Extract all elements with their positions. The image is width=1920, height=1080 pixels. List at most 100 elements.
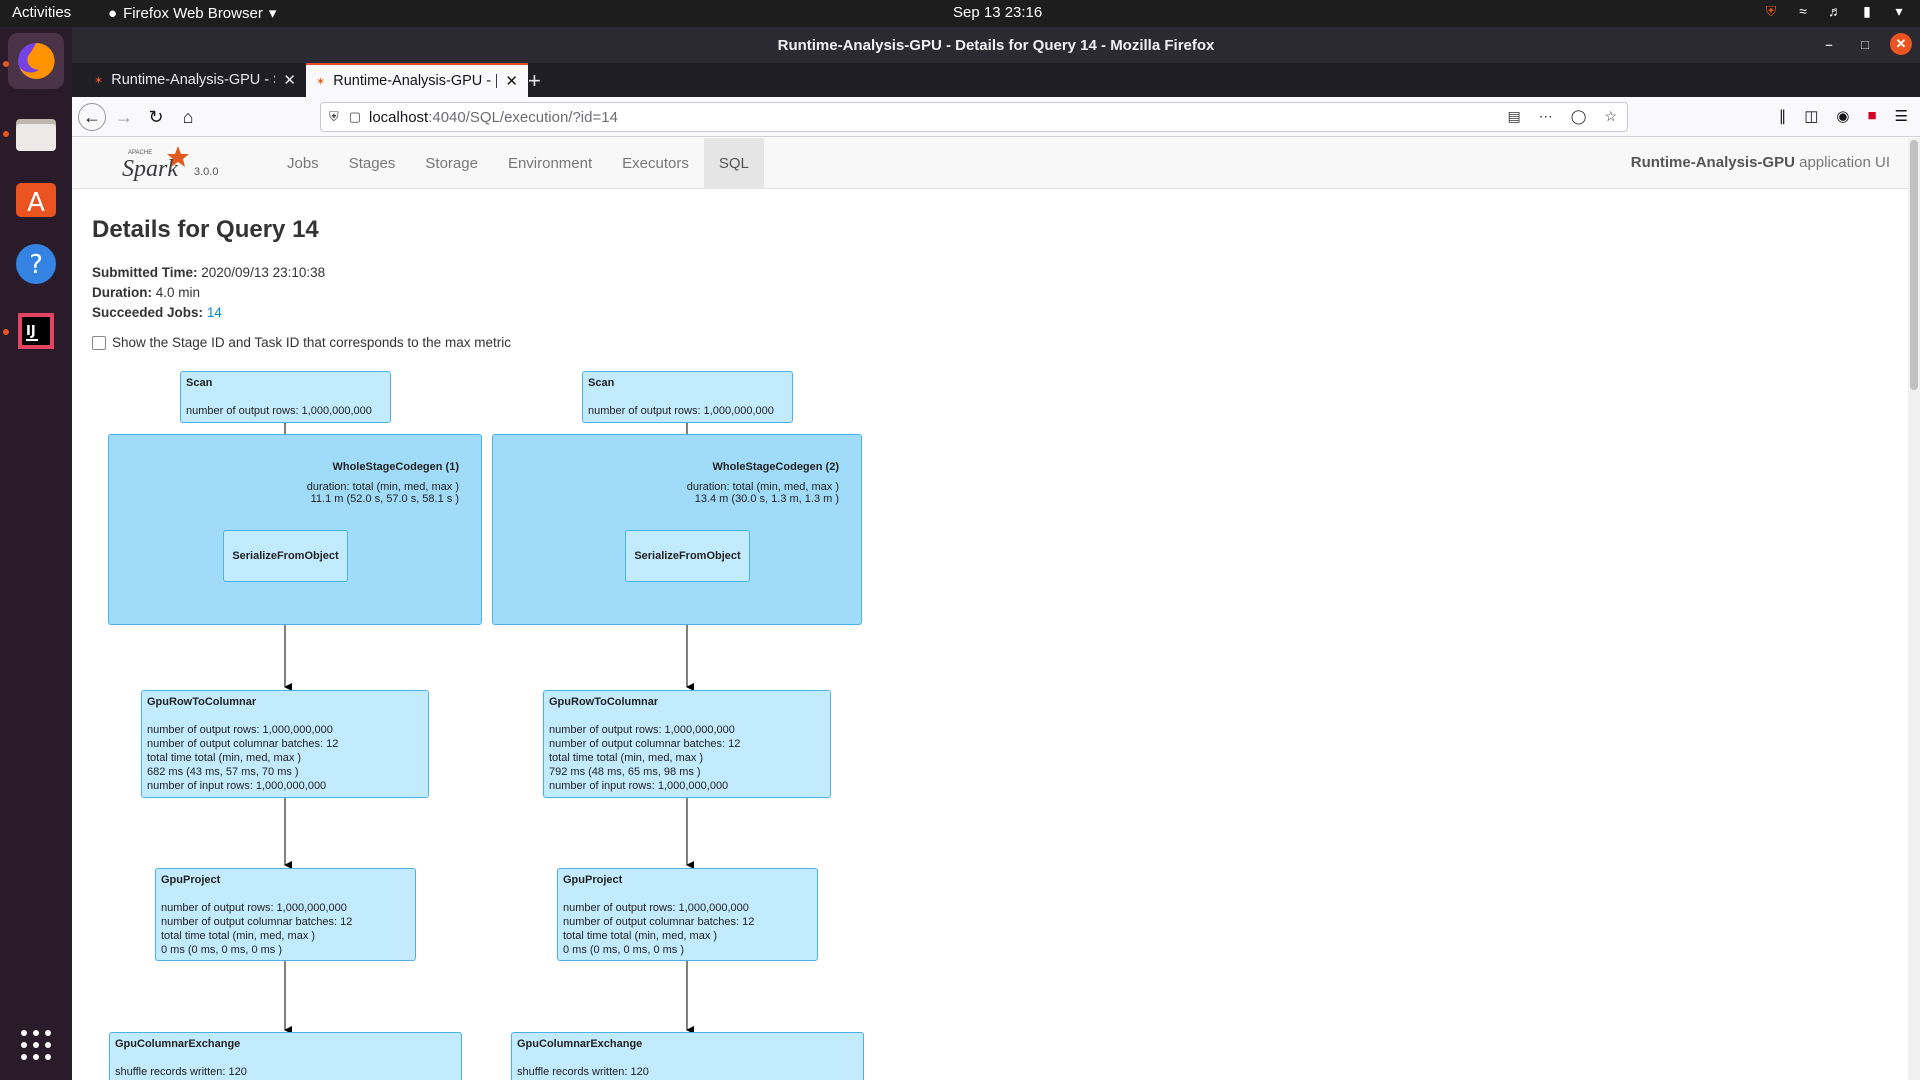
plan-node-serialize-right[interactable]: SerializeFromObject	[625, 530, 750, 582]
show-applications-icon[interactable]	[8, 1017, 64, 1073]
page-info-icon[interactable]: ▢	[349, 109, 361, 125]
node-metric: number of output columnar batches: 12	[563, 916, 755, 928]
node-metric: number of output rows: 1,000,000,000	[186, 405, 372, 417]
activities-button[interactable]: Activities	[12, 4, 71, 21]
cluster-name: WholeStageCodegen (1)	[332, 461, 459, 473]
tab-label: Runtime-Analysis-GPU - [	[333, 73, 498, 89]
power-menu-icon[interactable]: ▾	[1890, 3, 1908, 21]
library-icon[interactable]: ∥	[1779, 107, 1787, 125]
volume-icon[interactable]: ♬	[1826, 3, 1844, 21]
software-center-icon[interactable]: A	[8, 169, 64, 225]
node-metric: number of output rows: 1,000,000,000	[161, 902, 347, 914]
plan-node-exchange-left[interactable]: GpuColumnarExchange shuffle records writ…	[109, 1032, 462, 1080]
scrollbar-thumb[interactable]	[1910, 140, 1918, 390]
node-name: GpuRowToColumnar	[549, 696, 659, 708]
account-icon[interactable]: ◉	[1836, 107, 1849, 125]
app-menu-label: Firefox Web Browser	[123, 4, 263, 22]
address-bar[interactable]: ⛨ ▢ localhost:4040/SQL/execution/?id=14 ▤…	[320, 102, 1628, 132]
page-actions-icon[interactable]: ⋯	[1539, 108, 1553, 125]
plan-node-project-right[interactable]: GpuProject number of output rows: 1,000,…	[557, 868, 818, 961]
node-name: GpuColumnarExchange	[115, 1038, 241, 1050]
node-metric: number of output columnar batches: 12	[549, 738, 741, 750]
app-menu[interactable]: ● Firefox Web Browser ▾	[108, 4, 277, 23]
plan-node-rowtocolumnar-left[interactable]: GpuRowToColumnar number of output rows: …	[141, 690, 429, 798]
node-metric: number of output rows: 1,000,000,000	[563, 902, 749, 914]
back-icon[interactable]: ←	[78, 103, 106, 131]
node-name: Scan	[186, 377, 213, 389]
tab-strip: ✶ Runtime-Analysis-GPU - S ✕ ✶ Runtime-A…	[72, 63, 1920, 97]
intellij-icon[interactable]: IJ	[8, 303, 64, 359]
node-metric: 682 ms (43 ms, 57 ms, 70 ms )	[147, 766, 299, 778]
node-name: GpuRowToColumnar	[147, 696, 257, 708]
node-metric: total time total (min, med, max )	[161, 930, 316, 942]
node-metric: 0 ms (0 ms, 0 ms, 0 ms )	[161, 944, 283, 956]
chevron-down-icon: ▾	[268, 5, 277, 22]
maximize-icon[interactable]: □	[1854, 33, 1876, 55]
battery-icon[interactable]: ▮	[1858, 3, 1876, 21]
page-scrollbar[interactable]	[1908, 138, 1920, 1080]
node-metric: number of output rows: 1,000,000,000	[147, 724, 333, 736]
pocket-icon[interactable]: ◯	[1571, 108, 1587, 125]
shield-icon[interactable]: ⛨	[1762, 3, 1780, 21]
firefox-small-icon: ●	[108, 4, 118, 22]
files-dock-icon[interactable]	[8, 106, 64, 162]
plan-node-scan-right[interactable]: Scan number of output rows: 1,000,000,00…	[582, 371, 793, 423]
browser-tab-1[interactable]: ✶ Runtime-Analysis-GPU - S ✕	[84, 63, 306, 97]
forward-icon[interactable]: →	[110, 103, 138, 131]
node-name: GpuColumnarExchange	[517, 1038, 643, 1050]
running-indicator	[3, 329, 9, 335]
plan-node-rowtocolumnar-right[interactable]: GpuRowToColumnar number of output rows: …	[543, 690, 831, 798]
node-metric: number of output columnar batches: 12	[147, 738, 339, 750]
node-name: GpuProject	[563, 874, 623, 886]
new-tab-icon[interactable]: +	[528, 68, 541, 94]
plan-graph: WholeStageCodegen (1) duration: total (m…	[72, 138, 1908, 1080]
node-metric: number of output columnar batches: 12	[161, 916, 353, 928]
bookmark-star-icon[interactable]: ☆	[1604, 108, 1617, 125]
hamburger-menu-icon[interactable]: ☰	[1895, 107, 1908, 125]
extension-icon[interactable]: ■	[1867, 107, 1876, 125]
tab-close-icon[interactable]: ✕	[505, 72, 518, 90]
running-indicator	[3, 61, 9, 67]
help-icon[interactable]: ?	[8, 236, 64, 292]
spark-favicon-icon: ✶	[94, 74, 104, 87]
clock[interactable]: Sep 13 23:16	[953, 4, 1042, 21]
running-indicator	[3, 131, 9, 137]
tracking-protection-icon[interactable]: ⛨	[329, 109, 339, 125]
browser-tab-2[interactable]: ✶ Runtime-Analysis-GPU - [ ✕	[306, 63, 528, 97]
cluster-name: WholeStageCodegen (2)	[712, 461, 839, 473]
reader-view-icon[interactable]: ▤	[1508, 108, 1521, 125]
wifi-icon[interactable]: ≈	[1794, 3, 1812, 21]
node-metric: number of input rows: 1,000,000,000	[147, 780, 327, 792]
node-metric: number of output rows: 1,000,000,000	[549, 724, 735, 736]
plan-node-exchange-right[interactable]: GpuColumnarExchange shuffle records writ…	[511, 1032, 864, 1080]
node-name: Scan	[588, 377, 615, 389]
plan-node-scan-left[interactable]: Scan number of output rows: 1,000,000,00…	[180, 371, 391, 423]
cluster-metric: duration: total (min, med, max )	[686, 481, 839, 493]
node-metric: shuffle records written: 120	[517, 1066, 649, 1078]
ubuntu-dock: A ? IJ	[0, 27, 72, 1080]
node-metric: total time total (min, med, max )	[147, 752, 302, 764]
home-icon[interactable]: ⌂	[174, 103, 202, 131]
navigation-toolbar: ← → ↻ ⌂ ⛨ ▢ localhost:4040/SQL/execution/…	[72, 97, 1920, 137]
firefox-dock-icon[interactable]	[8, 33, 64, 89]
plan-node-project-left[interactable]: GpuProject number of output rows: 1,000,…	[155, 868, 416, 961]
system-tray[interactable]: ⛨ ≈ ♬ ▮ ▾	[1762, 3, 1920, 21]
node-metric: 0 ms (0 ms, 0 ms, 0 ms )	[563, 944, 685, 956]
spark-favicon-icon: ✶	[316, 75, 326, 88]
close-icon[interactable]: ✕	[1890, 33, 1912, 55]
system-top-bar: Activities ● Firefox Web Browser ▾ Sep 1…	[0, 0, 1920, 27]
plan-node-serialize-left[interactable]: SerializeFromObject	[223, 530, 348, 582]
reload-icon[interactable]: ↻	[142, 103, 170, 131]
page-viewport: APACHE Spark 3.0.0 Jobs Stages Storage E…	[72, 138, 1920, 1080]
node-metric: number of output rows: 1,000,000,000	[588, 405, 774, 417]
minimize-icon[interactable]: –	[1818, 33, 1840, 55]
url-host: localhost	[369, 108, 429, 126]
sidebar-icon[interactable]: ◫	[1804, 107, 1818, 125]
node-metric: number of input rows: 1,000,000,000	[549, 780, 729, 792]
tab-close-icon[interactable]: ✕	[283, 71, 296, 89]
node-metric: total time total (min, med, max )	[563, 930, 718, 942]
node-metric: shuffle records written: 120	[115, 1066, 247, 1078]
svg-text:?: ?	[29, 250, 43, 280]
url-path: :4040/SQL/execution/?id=14	[428, 108, 618, 126]
cluster-metric: 13.4 m (30.0 s, 1.3 m, 1.3 m )	[694, 493, 839, 505]
